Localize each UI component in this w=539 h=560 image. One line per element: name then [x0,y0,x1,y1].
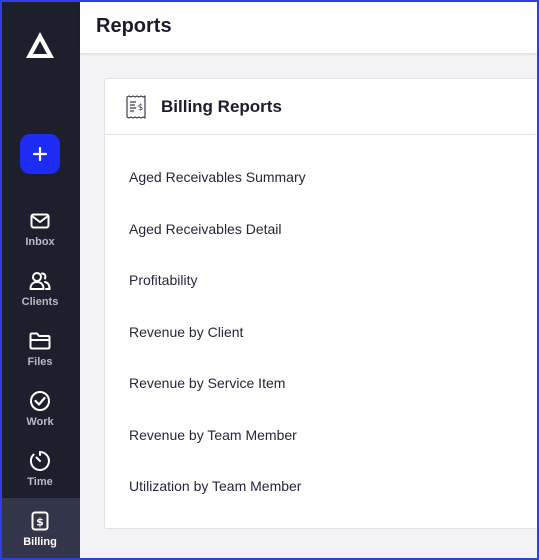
sidebar-item-label: Time [27,476,53,488]
page-title: Reports [96,15,172,37]
report-link-revenue-by-service-item[interactable]: Revenue by Service Item [129,375,285,391]
receipt-icon: $ [126,94,146,119]
users-icon [29,270,51,292]
sidebar: Inbox Clients Files Work Time $ Billing [0,0,80,560]
report-link-profitability[interactable]: Profitability [129,272,197,288]
svg-text:$: $ [36,516,44,529]
check-circle-icon [29,390,51,412]
sidebar-item-label: Work [26,416,54,428]
logo-icon [26,32,54,58]
sidebar-item-clients[interactable]: Clients [0,262,80,322]
sidebar-item-inbox[interactable]: Inbox [0,202,80,262]
report-link-revenue-by-client[interactable]: Revenue by Client [129,324,243,340]
add-new-button[interactable] [20,134,60,174]
dollar-doc-icon: $ [29,510,51,532]
card-header: $ Billing Reports [105,79,539,135]
card-title: Billing Reports [161,96,282,116]
plus-icon [32,146,48,162]
main-content: Reports $ Billing Reports Aged Receivabl… [80,0,539,560]
svg-text:$: $ [138,103,144,113]
sidebar-item-files[interactable]: Files [0,322,80,382]
sidebar-item-label: Clients [21,296,59,308]
report-link-utilization-by-team-member[interactable]: Utilization by Team Member [129,478,301,494]
billing-reports-card: $ Billing Reports Aged Receivables Summa… [104,78,539,529]
top-bar: Reports [80,0,539,53]
sidebar-item-label: Files [27,356,53,368]
report-link-aged-receivables-detail[interactable]: Aged Receivables Detail [129,221,282,237]
sidebar-item-work[interactable]: Work [0,382,80,442]
mail-icon [29,210,51,232]
app-logo[interactable] [25,30,55,60]
report-link-aged-receivables-summary[interactable]: Aged Receivables Summary [129,169,306,185]
sidebar-item-label: Inbox [25,236,55,248]
report-link-revenue-by-team-member[interactable]: Revenue by Team Member [129,427,297,443]
sidebar-item-time[interactable]: Time [0,442,80,502]
sidebar-item-label: Billing [23,536,57,548]
sidebar-item-billing[interactable]: $ Billing [0,498,80,560]
folder-icon [29,330,51,352]
timer-icon [29,450,51,472]
